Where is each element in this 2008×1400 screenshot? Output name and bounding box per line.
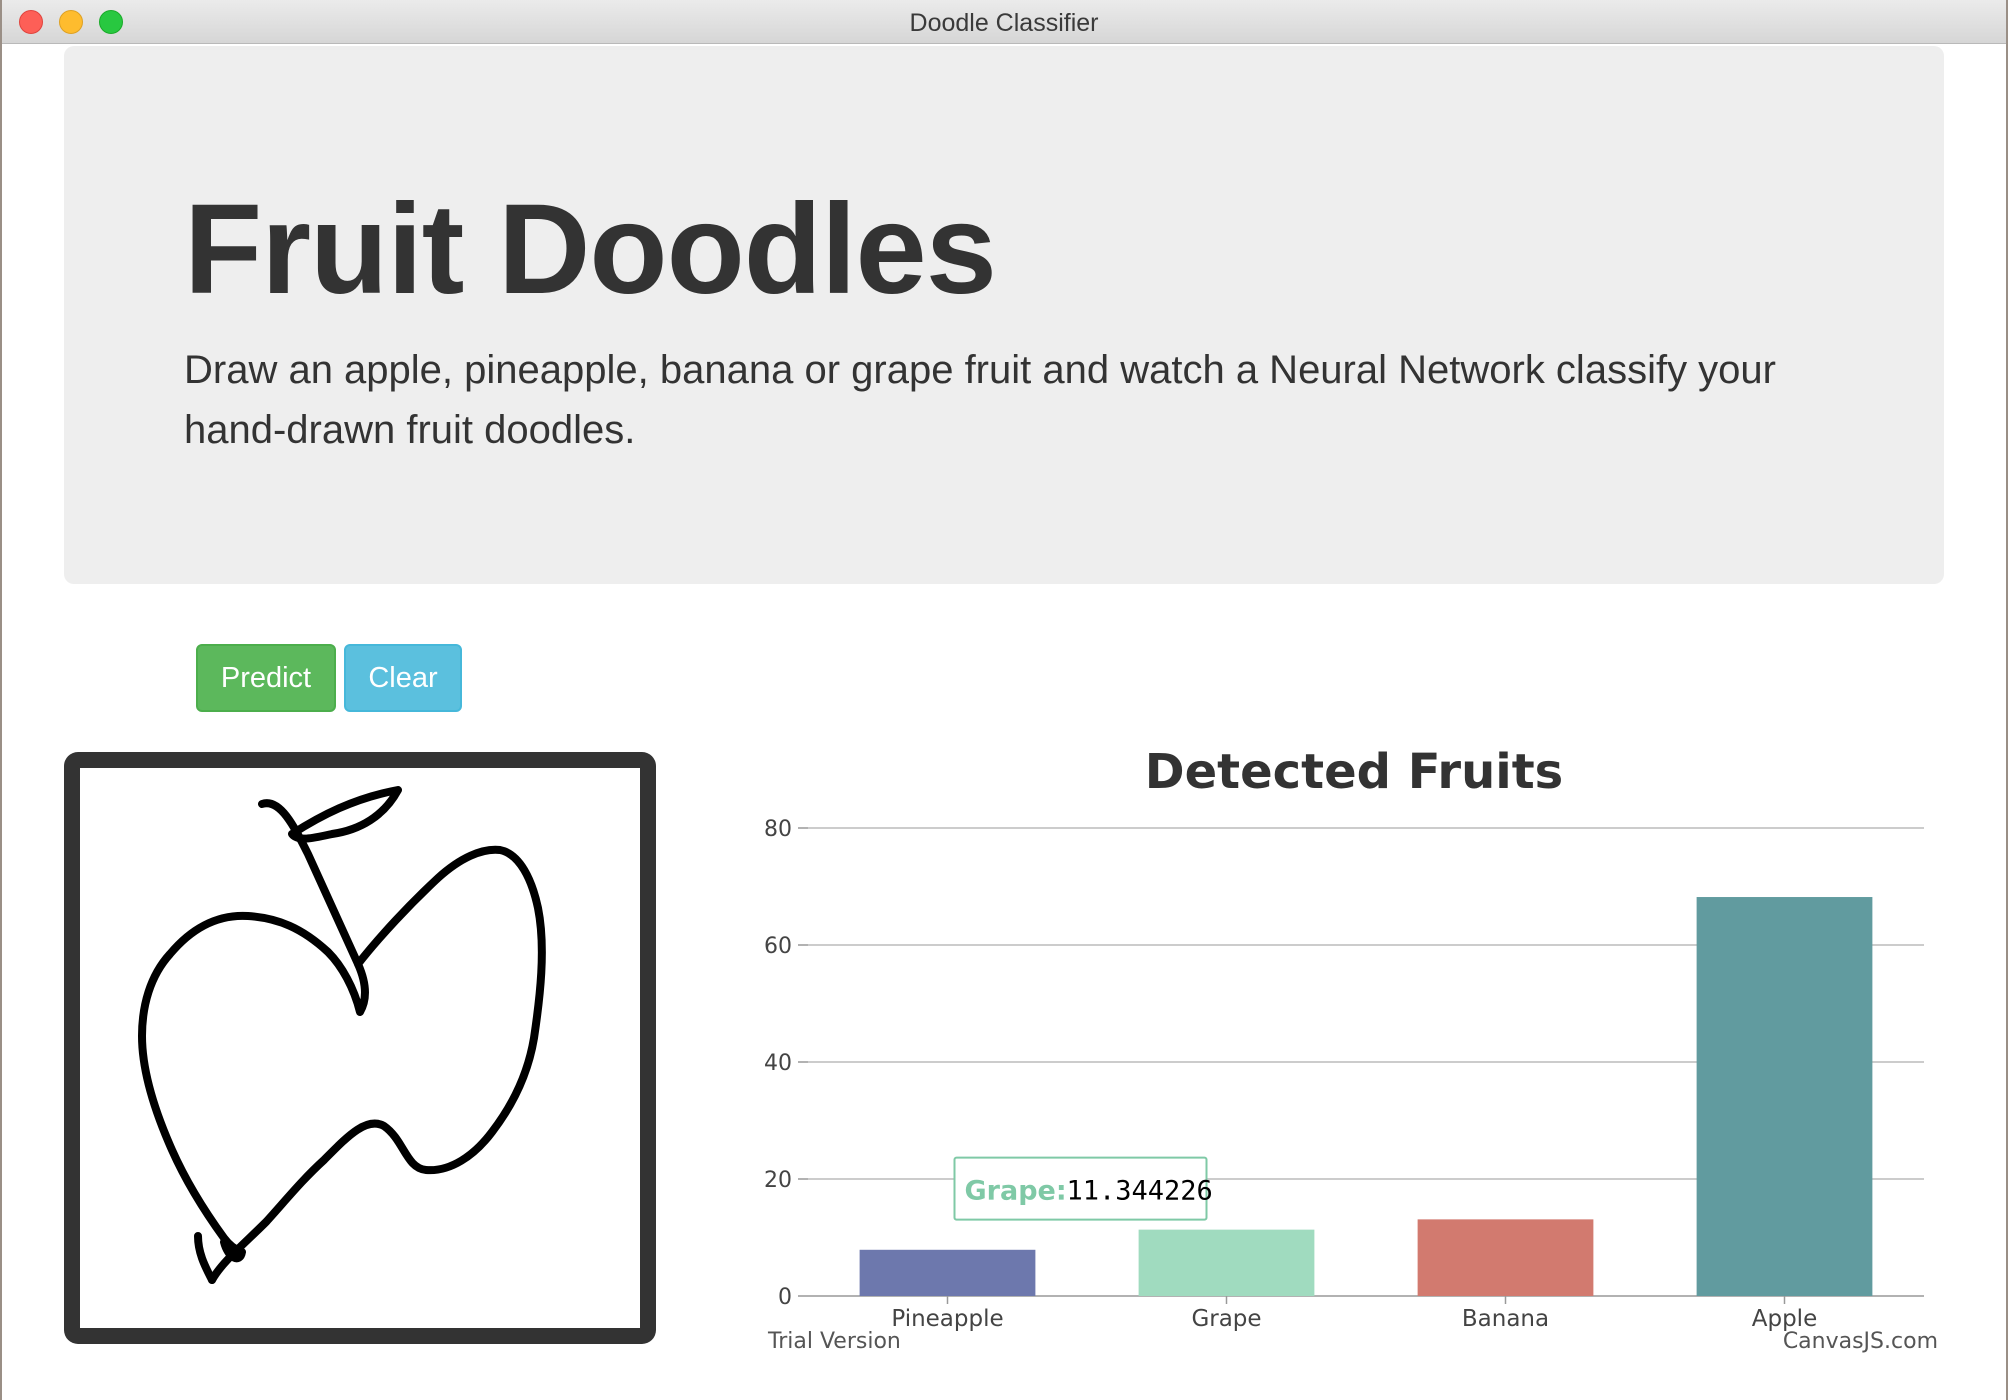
- hero-panel: Fruit Doodles Draw an apple, pineapple, …: [64, 46, 1944, 584]
- y-tick-label: 20: [764, 1168, 792, 1193]
- chart-tooltip: Grape: 11.344226: [953, 1156, 1213, 1221]
- canvasjs-watermark[interactable]: CanvasJS.com: [1783, 1329, 1938, 1354]
- predict-button[interactable]: Predict: [196, 644, 336, 712]
- bar-chart-svg: Detected Fruits 0 20 40 60 80 Pineapple Grape…: [764, 744, 1938, 1354]
- bar-apple[interactable]: [1696, 897, 1873, 1296]
- x-tick-label: Pineapple: [891, 1306, 1003, 1332]
- x-tick-label: Banana: [1462, 1306, 1549, 1332]
- y-tick-label: 60: [764, 934, 792, 959]
- title-bar[interactable]: Doodle Classifier: [2, 0, 2006, 44]
- page-title: Fruit Doodles: [184, 178, 997, 321]
- page-description: Draw an apple, pineapple, banana or grap…: [184, 348, 1776, 452]
- tooltip-value: 11.344226: [1067, 1176, 1213, 1207]
- chart-title: Detected Fruits: [1145, 744, 1563, 800]
- bar-pineapple[interactable]: [859, 1249, 1036, 1296]
- clear-button[interactable]: Clear: [344, 644, 462, 712]
- y-tick-label: 80: [764, 817, 792, 842]
- drawing-canvas[interactable]: [64, 752, 656, 1344]
- bar-grape[interactable]: [1138, 1229, 1315, 1296]
- y-tick-label: 0: [778, 1285, 792, 1310]
- tooltip-label: Grape:: [965, 1176, 1067, 1207]
- detected-fruits-chart: Detected Fruits 0 20 40 60 80 Pineapple Grape…: [742, 740, 1962, 1360]
- doodle-drawing: [138, 786, 546, 1284]
- x-tick-label: Grape: [1191, 1306, 1261, 1332]
- bar-banana[interactable]: [1417, 1219, 1594, 1296]
- window-title: Doodle Classifier: [909, 9, 1099, 37]
- trial-version-watermark[interactable]: Trial Version: [767, 1329, 901, 1354]
- app-window: Doodle Classifier Fruit Doodles Draw an …: [0, 0, 2008, 1400]
- y-tick-label: 40: [764, 1051, 792, 1076]
